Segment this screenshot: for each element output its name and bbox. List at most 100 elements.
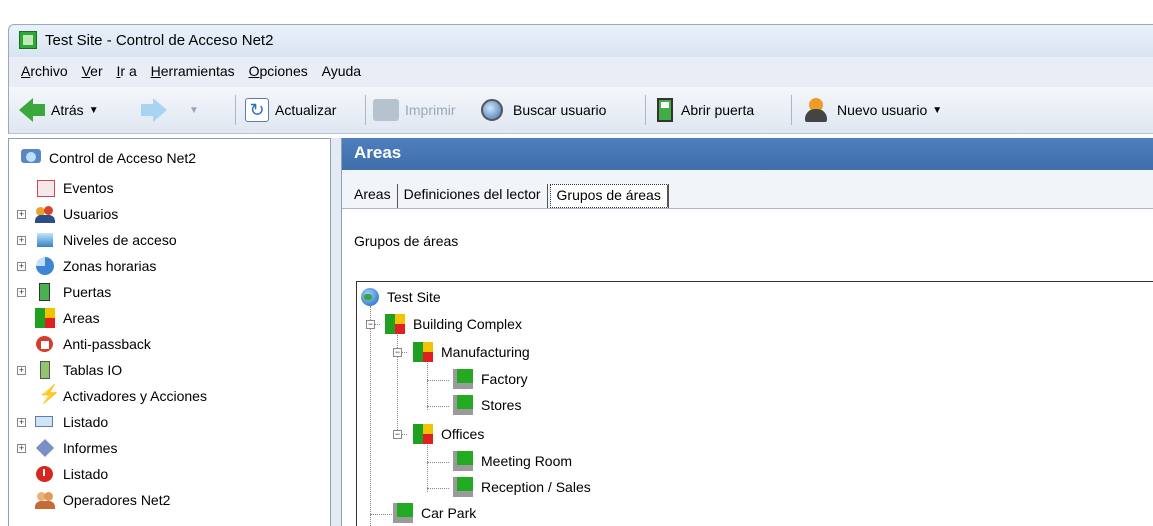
collapse-icon[interactable]: − [366, 320, 375, 329]
tree-node-label: Test Site [387, 289, 441, 305]
net2-app-icon [19, 31, 37, 49]
area-icon [393, 503, 413, 523]
tree-node-label: Building Complex [413, 316, 522, 332]
tab-grupos-areas[interactable]: Grupos de áreas [549, 184, 669, 208]
expand-icon[interactable]: + [17, 261, 26, 271]
new-user-label: Nuevo usuario [837, 102, 928, 118]
globe-icon [361, 288, 379, 306]
tree-node-label: Offices [441, 426, 485, 442]
tree-node-reception-sales[interactable]: Reception / Sales [453, 474, 591, 500]
tab-panel: Grupos de áreas Test Site − Building Com… [342, 208, 1153, 526]
area-icon [453, 395, 473, 415]
nav-item-label: Eventos [63, 180, 114, 196]
navigation-tree: Control de Acceso Net2 Eventos + Usuario… [8, 138, 331, 526]
panel-splitter[interactable] [331, 138, 341, 526]
group-label: Grupos de áreas [354, 233, 459, 249]
area-icon [453, 451, 473, 471]
refresh-icon: ↻ [245, 98, 269, 122]
nav-item-label: Usuarios [63, 206, 119, 222]
expand-icon[interactable]: + [17, 365, 26, 375]
back-button[interactable]: Atrás ▼ [19, 96, 99, 124]
tree-node-label: Manufacturing [441, 344, 530, 360]
forward-arrow-icon [153, 98, 167, 122]
back-dropdown-icon[interactable]: ▼ [89, 105, 99, 116]
tree-node-car-park[interactable]: Car Park [393, 500, 476, 526]
lightning-icon: ⚡ [38, 384, 61, 404]
calendar-icon [35, 179, 55, 197]
tree-node-label: Meeting Room [481, 453, 573, 469]
anti-passback-icon [35, 335, 55, 353]
toolbar-separator [645, 95, 646, 125]
area-group-icon [413, 424, 433, 444]
collapse-icon[interactable]: − [393, 348, 402, 357]
area-icon [453, 369, 473, 389]
menu-herramientas[interactable]: Herramientas [151, 63, 235, 79]
open-door-button[interactable]: Abrir puerta [657, 96, 754, 124]
magnifier-icon [481, 99, 503, 121]
search-user-button[interactable]: Buscar usuario [481, 96, 606, 124]
expand-icon[interactable]: + [17, 443, 26, 453]
print-label: Imprimir [405, 102, 456, 118]
search-user-label: Buscar usuario [513, 102, 607, 118]
application-window: Test Site - Control de Acceso Net2 Archi… [0, 0, 1153, 526]
nav-item-label: Areas [63, 310, 100, 326]
forward-button[interactable]: ▼ [141, 96, 199, 124]
nav-item-label: Niveles de acceso [63, 232, 177, 248]
tree-node-meeting-room[interactable]: Meeting Room [453, 448, 572, 474]
tree-node-factory[interactable]: Factory [453, 366, 528, 392]
window-title: Test Site - Control de Acceso Net2 [45, 32, 274, 49]
nav-item-label: Activadores y Acciones [63, 388, 207, 404]
toolbar-separator [235, 95, 236, 125]
printer-icon [373, 99, 399, 121]
expand-icon[interactable]: + [17, 235, 26, 245]
back-arrow-icon [19, 98, 33, 122]
refresh-label: Actualizar [275, 102, 337, 118]
refresh-button[interactable]: ↻ Actualizar [245, 96, 336, 124]
tree-node-building-complex[interactable]: Building Complex [385, 311, 522, 337]
nav-item-label: Operadores Net2 [63, 492, 171, 508]
tree-node-label: Car Park [421, 505, 477, 521]
alarm-icon [35, 465, 55, 483]
new-user-dropdown-icon[interactable]: ▼ [932, 105, 942, 116]
content-title: Areas [354, 143, 402, 162]
tree-node-root[interactable]: Test Site [361, 284, 441, 310]
tab-definiciones-lector[interactable]: Definiciones del lector [398, 184, 548, 208]
operators-icon [35, 491, 55, 509]
tree-node-label: Factory [481, 371, 528, 387]
nav-item-label: Listado [63, 414, 109, 430]
door-icon [657, 98, 673, 122]
tree-node-offices[interactable]: Offices [413, 421, 484, 447]
content-header: Areas [342, 138, 1153, 170]
menu-ayuda[interactable]: Ayuda [322, 63, 361, 79]
back-label: Atrás [51, 102, 84, 118]
nav-item-label: Listado [63, 466, 109, 482]
tree-node-manufacturing[interactable]: Manufacturing [413, 339, 530, 365]
expand-icon[interactable]: + [17, 287, 26, 297]
nav-root-label: Control de Acceso Net2 [49, 150, 197, 166]
forward-dropdown-icon[interactable]: ▼ [189, 105, 199, 116]
menu-archivo[interactable]: Archivo [21, 63, 68, 79]
user-icon [805, 98, 827, 122]
menu-ir-a[interactable]: Ir a [117, 63, 137, 79]
expand-icon[interactable]: + [17, 209, 26, 219]
menu-opciones[interactable]: Opciones [249, 63, 308, 79]
nav-item-label: Puertas [63, 284, 112, 300]
nav-item-label: Anti-passback [63, 336, 151, 352]
tab-areas[interactable]: Areas [348, 184, 398, 208]
tree-node-stores[interactable]: Stores [453, 392, 521, 418]
tree-node-label: Stores [481, 397, 522, 413]
new-user-button[interactable]: Nuevo usuario ▼ [805, 96, 942, 124]
menu-ver[interactable]: Ver [82, 63, 103, 79]
toolbar-separator [791, 95, 792, 125]
collapse-icon[interactable]: − [393, 430, 402, 439]
door-icon [35, 283, 55, 301]
expand-icon[interactable]: + [17, 417, 26, 427]
tree-node-label: Reception / Sales [481, 479, 591, 495]
open-door-label: Abrir puerta [681, 102, 755, 118]
area-group-icon [413, 342, 433, 362]
print-button[interactable]: Imprimir [373, 96, 456, 124]
roll-call-icon [35, 413, 55, 431]
area-icon [35, 308, 55, 328]
menu-bar: Archivo Ver Ir a Herramientas Opciones A… [8, 57, 1153, 87]
nav-item-label: Informes [63, 440, 118, 456]
